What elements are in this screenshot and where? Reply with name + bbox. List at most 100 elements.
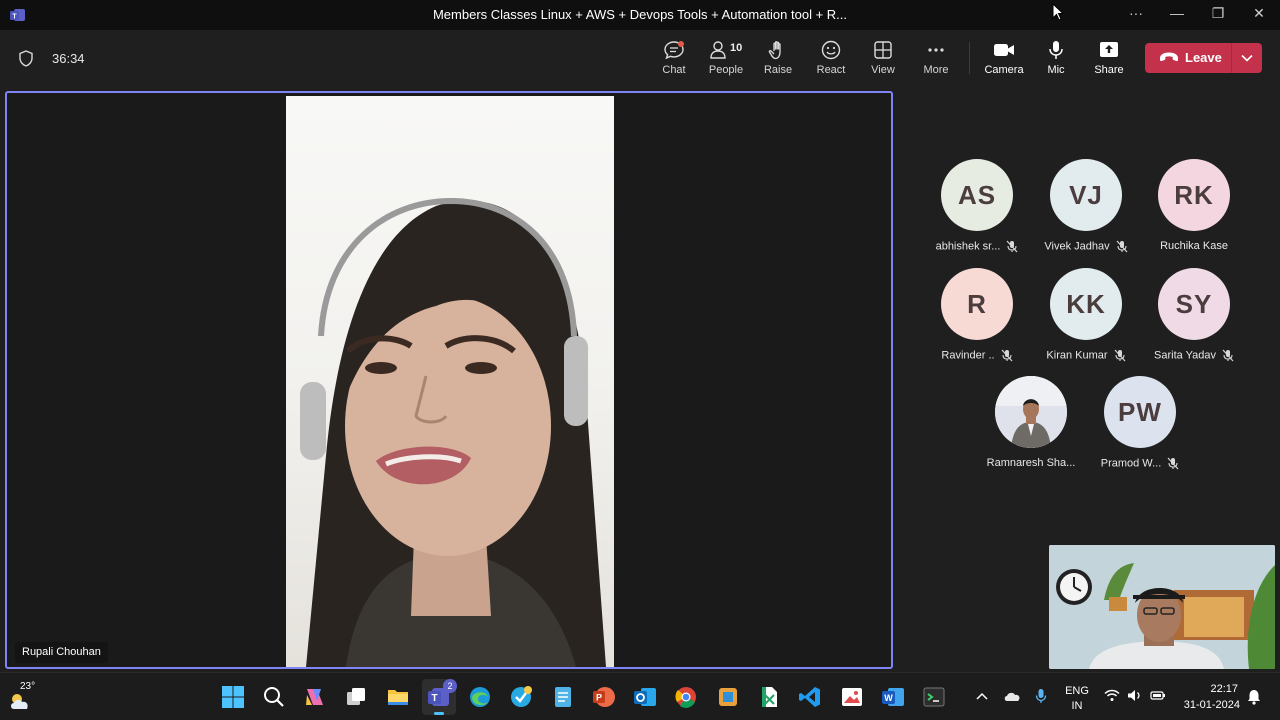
outlook-icon[interactable] <box>633 685 657 709</box>
grid-view-icon <box>874 41 892 59</box>
svg-text:P: P <box>596 693 602 703</box>
clock-date[interactable]: 31-01-2024 <box>1178 699 1240 711</box>
leave-button[interactable]: Leave <box>1145 43 1262 73</box>
more-label: More <box>923 64 949 76</box>
title-bar: T Members Classes Linux + AWS + Devops T… <box>0 0 1280 30</box>
react-button[interactable]: React <box>805 40 857 82</box>
copilot-icon[interactable] <box>303 685 327 709</box>
participant-tile[interactable]: R Ravinder .. <box>925 268 1029 362</box>
participant-avatar: R <box>941 268 1013 340</box>
participant-avatar: AS <box>941 159 1013 231</box>
participant-tile[interactable]: VJ Vivek Jadhav <box>1034 159 1138 253</box>
chat-button[interactable]: Chat <box>648 40 700 82</box>
view-button[interactable]: View <box>857 40 909 82</box>
speaker-name-label: Rupali Chouhan <box>15 642 108 663</box>
leave-divider <box>1231 43 1232 73</box>
volume-icon[interactable] <box>1127 689 1143 702</box>
image-viewer-icon[interactable] <box>840 685 864 709</box>
share-button[interactable]: Share <box>1083 40 1135 82</box>
word-icon[interactable]: W <box>881 685 905 709</box>
onedrive-cloud-icon[interactable] <box>1003 690 1021 702</box>
maximize-button[interactable]: ❐ <box>1208 5 1228 22</box>
participant-name: Ramnaresh Sha... <box>986 457 1076 469</box>
more-button[interactable]: More <box>910 40 962 82</box>
close-button[interactable]: ✕ <box>1249 5 1269 22</box>
raise-hand-icon <box>768 41 781 60</box>
smiley-icon <box>821 40 841 60</box>
edge-browser-icon[interactable] <box>468 685 492 709</box>
clock-time[interactable]: 22:17 <box>1190 683 1238 695</box>
participant-avatar: KK <box>1050 268 1122 340</box>
speaker-video-frame <box>300 197 606 667</box>
chat-unread-dot <box>678 41 684 47</box>
mic-button[interactable]: Mic <box>1030 40 1082 82</box>
mic-label: Mic <box>1047 64 1065 76</box>
chevron-down-icon[interactable] <box>1240 53 1254 63</box>
chevron-up-icon[interactable] <box>975 691 989 701</box>
terminal-icon[interactable] <box>922 685 946 709</box>
self-view-video[interactable] <box>1049 545 1275 669</box>
participant-avatar: PW <box>1104 376 1176 448</box>
language-indicator-bottom[interactable]: IN <box>1064 700 1090 712</box>
notepad-icon[interactable] <box>551 685 575 709</box>
more-options-button[interactable]: ··· <box>1126 5 1146 21</box>
leave-label: Leave <box>1185 50 1222 65</box>
svg-text:T: T <box>431 693 437 704</box>
people-button[interactable]: 10 People <box>700 40 752 82</box>
windows-start-icon[interactable] <box>221 685 245 709</box>
camera-button[interactable]: Camera <box>978 40 1030 82</box>
file-explorer-icon[interactable] <box>386 685 410 709</box>
shield-icon <box>19 50 33 67</box>
weather-temperature: 23° <box>20 681 36 692</box>
participant-name: Vivek Jadhav <box>1044 240 1110 253</box>
chat-label: Chat <box>662 64 686 76</box>
mic-muted-icon <box>1006 240 1018 253</box>
camera-label: Camera <box>984 64 1024 76</box>
participant-name: Sarita Yadav <box>1154 349 1216 362</box>
chrome-icon[interactable] <box>674 685 698 709</box>
mic-muted-icon <box>1167 457 1179 470</box>
people-label: People <box>708 64 744 76</box>
participant-tile[interactable]: RK Ruchika Kase <box>1142 159 1246 252</box>
participant-name-row: Ruchika Kase <box>1142 240 1246 252</box>
participant-name: abhishek sr... <box>935 240 1001 253</box>
svg-text:W: W <box>884 693 893 703</box>
mic-muted-icon <box>1001 349 1013 362</box>
mic-muted-icon <box>1114 349 1126 362</box>
participant-tile[interactable]: PW Pramod W... <box>1088 376 1192 470</box>
more-dots-icon <box>928 48 944 52</box>
participant-tile[interactable]: KK Kiran Kumar <box>1034 268 1138 362</box>
wifi-icon[interactable] <box>1104 689 1120 702</box>
snipping-tool-icon[interactable] <box>716 685 740 709</box>
raise-hand-button[interactable]: Raise <box>752 40 804 82</box>
participant-name: Pramod W... <box>1100 457 1162 470</box>
participant-name-row: Vivek Jadhav <box>1034 240 1138 253</box>
minimize-button[interactable]: — <box>1167 5 1187 21</box>
powerpoint-icon[interactable]: P <box>592 685 616 709</box>
participant-tile[interactable]: SY Sarita Yadav <box>1142 268 1246 362</box>
people-icon <box>710 41 726 59</box>
battery-icon[interactable] <box>1150 690 1166 701</box>
mic-muted-icon <box>1222 349 1234 362</box>
participant-tile[interactable]: Ramnaresh Sha... <box>979 376 1083 469</box>
teams-taskbar-button[interactable]: T 2 <box>422 679 457 715</box>
weather-widget[interactable]: 23° <box>8 681 48 713</box>
notification-bell-icon[interactable] <box>1247 689 1261 705</box>
language-indicator-top[interactable]: ENG <box>1064 685 1090 697</box>
vscode-icon[interactable] <box>798 685 822 709</box>
excel-document-icon[interactable] <box>757 685 781 709</box>
meeting-timer: 36:34 <box>52 51 85 66</box>
chrome-extension-icon[interactable] <box>509 685 533 709</box>
microphone-icon <box>1049 41 1063 59</box>
main-video-stage[interactable]: Rupali Chouhan <box>5 91 893 669</box>
participant-avatar: RK <box>1158 159 1230 231</box>
search-icon[interactable] <box>262 685 286 709</box>
teams-notification-badge: 2 <box>443 679 457 693</box>
participant-name-row: Kiran Kumar <box>1034 349 1138 362</box>
mouse-cursor-icon <box>1052 3 1064 21</box>
self-view-frame <box>1049 545 1275 669</box>
microphone-tray-icon[interactable] <box>1035 688 1047 704</box>
participant-tile[interactable]: AS abhishek sr... <box>925 159 1029 253</box>
raise-label: Raise <box>763 64 793 76</box>
task-view-icon[interactable] <box>344 685 368 709</box>
